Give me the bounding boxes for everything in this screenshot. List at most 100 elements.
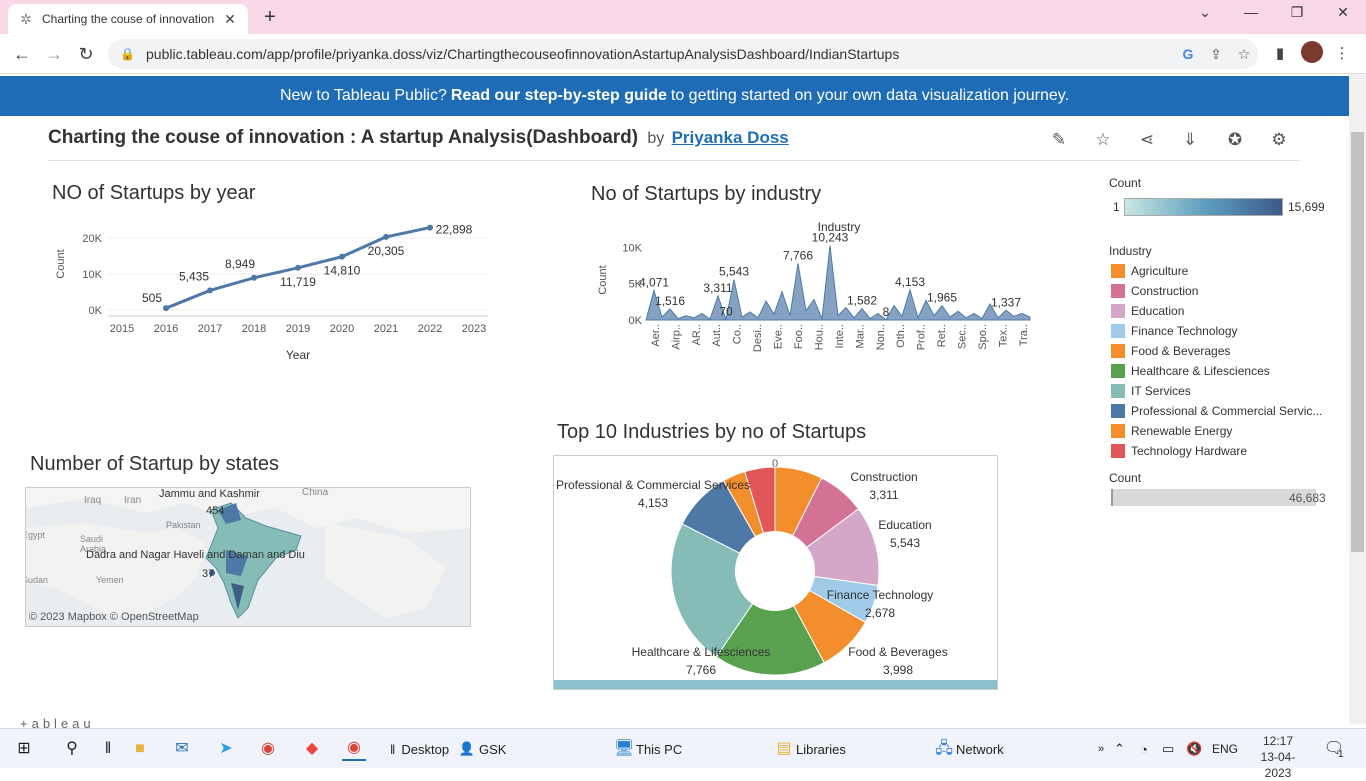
data-point[interactable] — [295, 264, 301, 271]
chrome-icon: ◉ — [347, 739, 361, 756]
legend-label: Renewable Energy — [1131, 424, 1233, 438]
wifi-icon[interactable]: ◔ — [1140, 737, 1148, 761]
slice-value-label: 3,311 — [869, 488, 898, 502]
this-pc-label: This PC — [636, 741, 683, 757]
user-icon: 👤 — [458, 741, 476, 756]
x-tick-label: 2016 — [154, 323, 178, 335]
data-point[interactable] — [163, 305, 169, 312]
forward-button[interactable]: → — [42, 42, 66, 66]
legend-item[interactable]: Agriculture — [1111, 263, 1188, 279]
badge-icon[interactable]: ✪ — [1224, 129, 1246, 151]
share-icon[interactable]: ⇪ — [1202, 46, 1230, 63]
restore-button[interactable]: ❐ — [1274, 4, 1320, 26]
user-toolbar[interactable]: 👤 GSK — [455, 737, 507, 761]
close-tab-icon[interactable]: ✕ — [222, 11, 238, 28]
map-state-dnh-label: Dadra and Nagar Haveli and Daman and Diu — [86, 549, 305, 561]
telegram-button[interactable]: ➤ — [214, 737, 238, 761]
author-link[interactable]: Priyanka Doss — [672, 128, 789, 147]
this-pc-toolbar[interactable]: 🖥 This PC — [612, 737, 682, 761]
y-axis-label: Count — [597, 265, 609, 294]
startups-by-state-map[interactable]: Iraq Iran China Pakistan Saudi Arabia Ye… — [25, 487, 471, 627]
x-tick-label: Tex.. — [997, 324, 1009, 347]
close-window-button[interactable]: ✕ — [1320, 4, 1366, 26]
count2-bar — [1111, 489, 1316, 506]
legend-swatch — [1111, 444, 1125, 458]
user-label: GSK — [479, 741, 507, 757]
slice-name-label: Healthcare & Lifesciences — [632, 645, 771, 659]
file-explorer-button[interactable]: ■ — [128, 737, 152, 761]
browser-menu-icon[interactable]: ⋮ — [1330, 42, 1354, 66]
map-state-jk-value: 454 — [206, 505, 225, 517]
map-label-iran: Iran — [124, 495, 142, 506]
legend-item[interactable]: Education — [1111, 303, 1184, 319]
edit-icon[interactable]: ✎ — [1048, 129, 1070, 151]
chrome-button[interactable]: ◉ — [256, 737, 280, 761]
legend-item[interactable]: Technology Hardware — [1111, 443, 1247, 459]
legend-label: Food & Beverages — [1131, 344, 1231, 358]
task-view-icon: ‖ — [104, 740, 112, 757]
slice-name-label: Professional & Commercial Services — [556, 478, 750, 492]
share-icon[interactable]: ⋖ — [1136, 129, 1158, 151]
google-icon[interactable]: G — [1174, 46, 1202, 62]
libraries-toolbar[interactable]: ▤ Libraries — [772, 737, 845, 761]
anydesk-button[interactable]: ◆ — [300, 737, 324, 761]
data-point[interactable] — [207, 287, 213, 294]
clock[interactable]: 12:17 13-04-2023 — [1248, 733, 1308, 781]
legend-item[interactable]: IT Services — [1111, 383, 1191, 399]
y-tick-label: 0K — [629, 315, 643, 327]
legend-swatch — [1111, 424, 1125, 438]
data-point[interactable] — [339, 253, 345, 260]
legend-item[interactable]: Food & Beverages — [1111, 343, 1230, 359]
legend-item[interactable]: Renewable Energy — [1111, 423, 1232, 439]
legend-item[interactable]: Professional & Commercial Servic... — [1111, 403, 1322, 419]
settings-gear-icon[interactable]: ⚙ — [1268, 129, 1290, 151]
network-toolbar[interactable]: 🖧 Network — [932, 737, 1004, 761]
profile-avatar[interactable] — [1301, 41, 1323, 63]
x-tick-label: Aer.. — [650, 324, 662, 347]
start-button[interactable]: ⊞ — [12, 737, 36, 761]
data-label: 10,243 — [812, 231, 849, 245]
data-point[interactable] — [251, 274, 257, 281]
tab-search-chevron-icon[interactable]: ⌄ — [1182, 4, 1228, 26]
tray-overflow-icon[interactable]: ⌃ — [1114, 737, 1125, 761]
battery-icon[interactable]: ▭ — [1162, 737, 1174, 761]
download-icon[interactable]: ⇓ — [1179, 129, 1201, 151]
data-point[interactable] — [427, 224, 433, 231]
address-bar[interactable]: 🔒 public.tableau.com/app/profile/priyank… — [108, 39, 1258, 69]
banner-guide-link[interactable]: Read our step-by-step guide — [451, 87, 667, 105]
mail-button[interactable]: ✉ — [170, 737, 194, 761]
viz-by: by — [647, 130, 665, 147]
favorite-star-icon[interactable]: ☆ — [1092, 129, 1114, 151]
lock-icon: 🔒 — [120, 47, 135, 61]
map-state-dnh-value: 37 — [202, 568, 215, 580]
page-scrollbar[interactable] — [1349, 74, 1366, 724]
chrome-icon: ◉ — [261, 740, 275, 757]
legend-item[interactable]: Healthcare & Lifesciences — [1111, 363, 1270, 379]
task-view-button[interactable]: ‖ — [96, 737, 120, 761]
scrollbar-thumb[interactable] — [1351, 132, 1364, 552]
notifications-button[interactable]: 🗨 1 — [1322, 737, 1344, 761]
new-tab-button[interactable]: + — [258, 6, 282, 29]
volume-muted-icon[interactable]: 🔇 — [1186, 737, 1202, 761]
browser-tab[interactable]: ✲ Charting the couse of innovation ✕ — [8, 4, 248, 34]
data-point[interactable] — [383, 233, 389, 240]
x-tick-label: Spo.. — [977, 324, 989, 350]
search-button[interactable]: ⚲ — [60, 737, 84, 761]
search-icon: ⚲ — [66, 740, 78, 757]
minimize-button[interactable]: — — [1228, 4, 1274, 26]
x-axis-label: Year — [286, 348, 310, 362]
back-button[interactable]: ← — [10, 42, 34, 66]
reload-button[interactable]: ↻ — [74, 42, 98, 66]
legend-swatch — [1111, 264, 1125, 278]
legend-item[interactable]: Finance Technology — [1111, 323, 1238, 339]
language-indicator[interactable]: ENG — [1212, 737, 1238, 761]
legend-item[interactable]: Construction — [1111, 283, 1198, 299]
map-label-egypt: Egypt — [26, 530, 46, 540]
y-tick-label: 10K — [82, 269, 102, 281]
data-label: 1,582 — [847, 293, 877, 307]
toolbar-expand-chevron-icon[interactable]: » — [1098, 737, 1104, 761]
bookmark-star-icon[interactable]: ☆ — [1230, 46, 1258, 63]
chrome-active-button[interactable]: ◉ — [342, 737, 366, 761]
sidebar-toggle-icon[interactable]: ▮ — [1268, 42, 1292, 66]
desktop-toolbar[interactable]: ‖ Desktop — [390, 737, 449, 761]
